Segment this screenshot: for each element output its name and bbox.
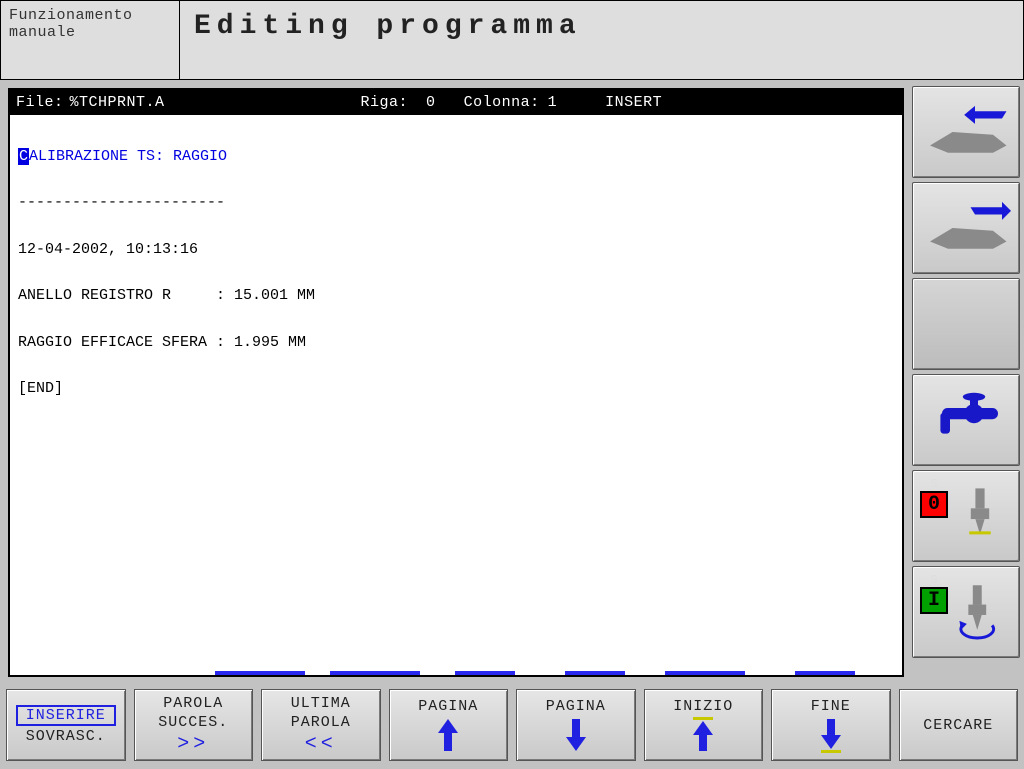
side-btn-spindle-stop[interactable]: S 0 [912, 470, 1020, 562]
softkey-page-down[interactable]: PAGINA [516, 689, 636, 761]
softkey-insert-overwrite[interactable]: INSERIRE SOVRASC. [6, 689, 126, 761]
mode-line2: manuale [9, 24, 171, 41]
page-title: Editing programma [180, 1, 1023, 79]
softkey-page-up[interactable]: PAGINA [389, 689, 509, 761]
step-forward-icon [921, 195, 1011, 261]
chevrons-right-icon: >> [177, 733, 209, 756]
status-riga-label: Riga: [361, 91, 409, 114]
spindle-stop-badge: S 0 [919, 477, 949, 517]
editor-status-bar: File: %TCHPRNT.A Riga: 0 Colonna: 1 INSE… [10, 90, 902, 115]
status-col-label: Colonna: [464, 91, 540, 114]
softkey-search[interactable]: CERCARE [899, 689, 1019, 761]
editor-frame[interactable]: File: %TCHPRNT.A Riga: 0 Colonna: 1 INSE… [8, 88, 904, 677]
softkey-prev-word[interactable]: ULTIMA PAROLA << [261, 689, 381, 761]
tool-icon [957, 483, 1003, 549]
end-marker: [END] [18, 377, 894, 400]
tab-indicator [215, 671, 305, 675]
tab-indicator [455, 671, 515, 675]
tab-indicator [795, 671, 855, 675]
program-title-line: CALIBRAZIONE TS: RAGGIO [18, 145, 894, 168]
softkey-begin[interactable]: INIZIO [644, 689, 764, 761]
side-btn-empty-1[interactable] [912, 278, 1020, 370]
softkey-tab-strip [10, 671, 902, 675]
insert-selected-label: INSERIRE [16, 705, 116, 726]
value-line-radius: RAGGIO EFFICACE SFERA : 1.995 MM [18, 331, 894, 354]
softkey-end[interactable]: FINE [771, 689, 891, 761]
value-line-ring: ANELLO REGISTRO R : 15.001 MM [18, 284, 894, 307]
mode-box: Funzionamento manuale [1, 1, 180, 79]
overwrite-label: SOVRASC. [26, 728, 106, 745]
tab-indicator [565, 671, 625, 675]
side-btn-step-fwd[interactable] [912, 182, 1020, 274]
tool-rotate-icon [952, 579, 1004, 645]
side-btn-spindle-start[interactable]: S I [912, 566, 1020, 658]
middle-row: File: %TCHPRNT.A Riga: 0 Colonna: 1 INSE… [0, 80, 1024, 685]
editor-body[interactable]: CALIBRAZIONE TS: RAGGIO ----------------… [10, 115, 902, 453]
cursor-highlight: C [18, 148, 29, 165]
step-back-icon [921, 99, 1011, 165]
header-row: Funzionamento manuale Editing programma [0, 0, 1024, 80]
chevrons-left-icon: << [305, 733, 337, 756]
arrow-up-stop-icon [691, 717, 715, 753]
status-file-name: %TCHPRNT.A [70, 91, 165, 114]
status-insert-mode: INSERT [605, 91, 662, 114]
arrow-up-icon [436, 717, 460, 753]
status-col-value: 1 [548, 91, 558, 114]
separator-line: ----------------------- [18, 191, 894, 214]
side-btn-coolant[interactable] [912, 374, 1020, 466]
arrow-down-stop-icon [819, 717, 843, 753]
arrow-down-icon [564, 717, 588, 753]
faucet-icon [926, 390, 1006, 450]
status-riga-value: 0 [426, 91, 436, 114]
tab-indicator [330, 671, 420, 675]
bottom-softkey-row: INSERIRE SOVRASC. PAROLA SUCCES. >> ULTI… [0, 685, 1024, 767]
spindle-start-badge: S I [919, 573, 949, 613]
mode-line1: Funzionamento [9, 7, 171, 24]
softkey-next-word[interactable]: PAROLA SUCCES. >> [134, 689, 254, 761]
timestamp-line: 12-04-2002, 10:13:16 [18, 238, 894, 261]
status-file-label: File: [16, 91, 64, 114]
side-softkey-column: S 0 S I [912, 80, 1024, 685]
side-btn-step-back[interactable] [912, 86, 1020, 178]
tab-indicator [665, 671, 745, 675]
